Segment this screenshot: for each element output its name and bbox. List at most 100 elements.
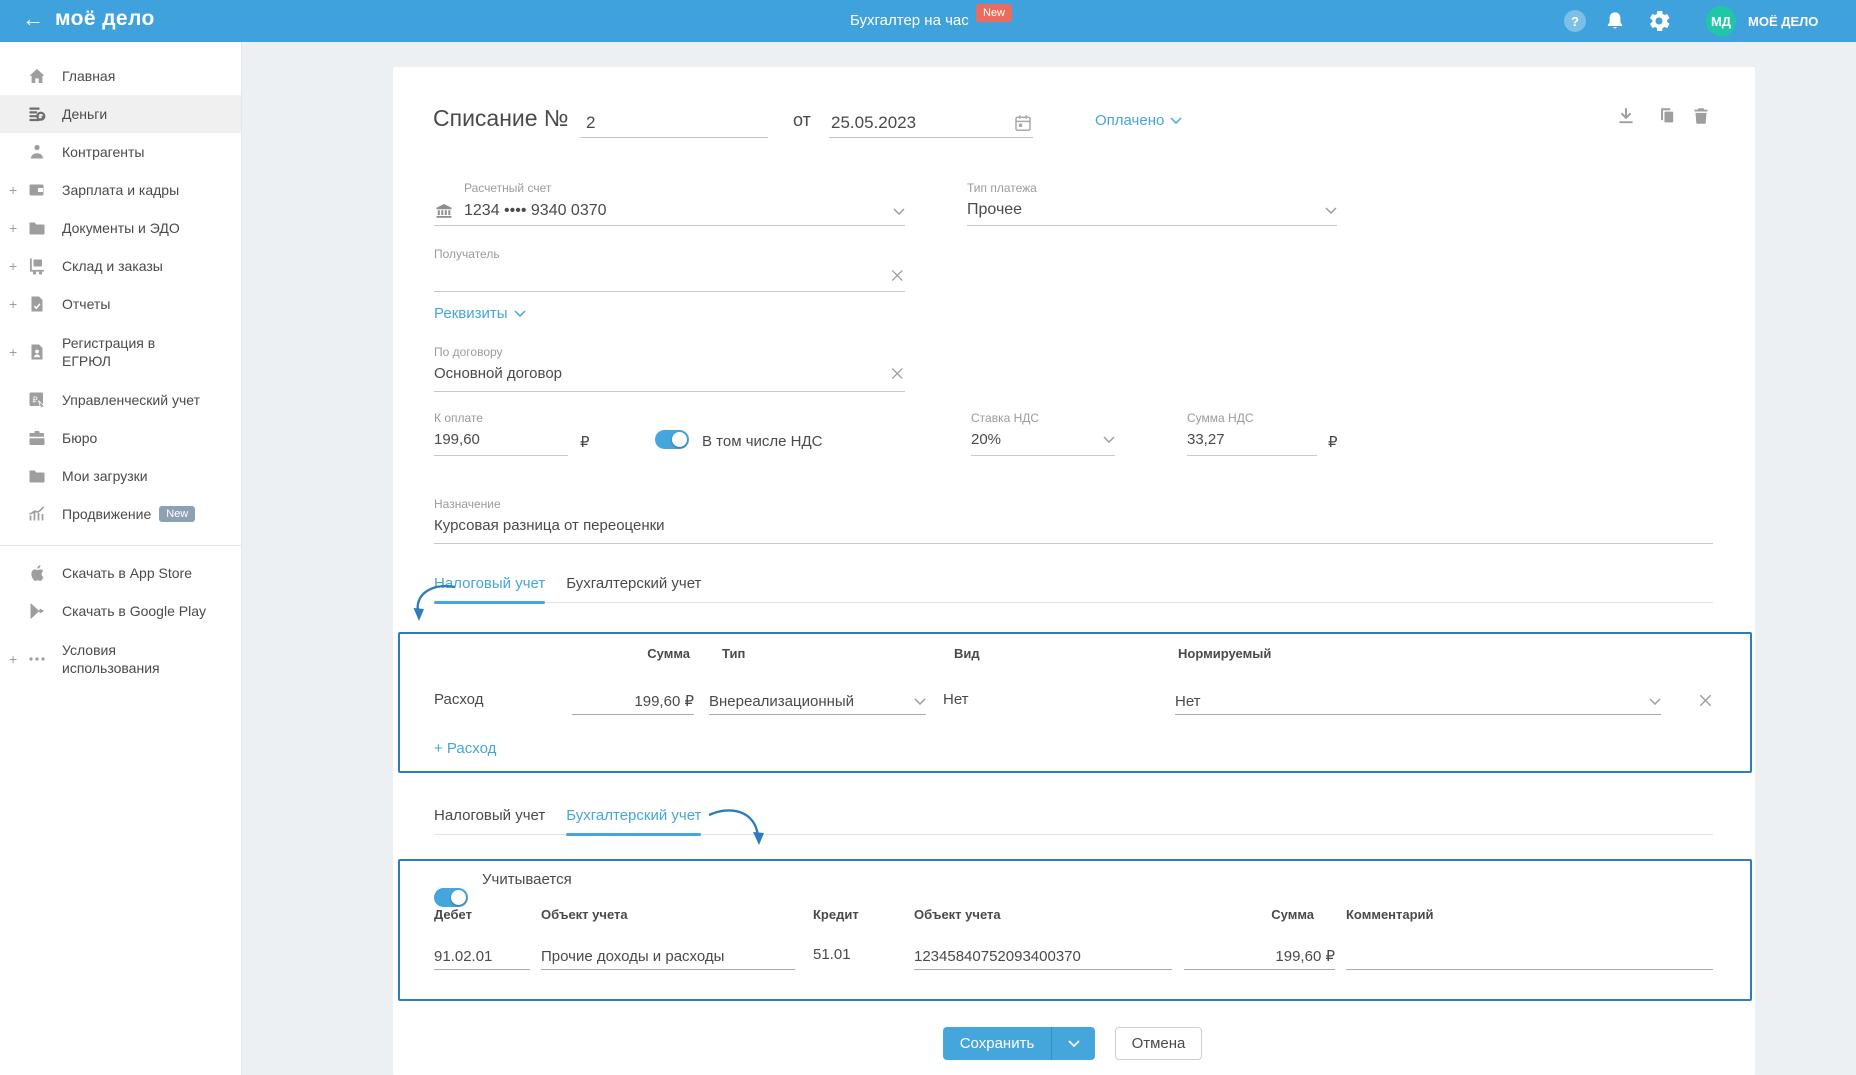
credit-object-field[interactable] xyxy=(914,943,1172,970)
avatar[interactable]: МД xyxy=(1706,6,1736,36)
expand-plus-icon[interactable]: + xyxy=(9,343,17,361)
vat-rate-value: 20% xyxy=(971,431,1002,448)
back-arrow-icon[interactable]: ← xyxy=(22,6,44,32)
date-preposition: от xyxy=(793,110,811,130)
account-name[interactable]: МОЁ ДЕЛО xyxy=(1748,14,1818,29)
comment-field[interactable] xyxy=(1346,943,1713,970)
dots-icon xyxy=(29,657,45,661)
report-icon xyxy=(31,296,43,312)
document-number-field[interactable] xyxy=(580,107,768,138)
registration-doc-icon xyxy=(31,344,43,360)
expand-plus-icon[interactable]: + xyxy=(9,220,17,236)
apple-icon xyxy=(31,565,44,581)
clear-icon[interactable] xyxy=(890,268,905,283)
chevron-down-icon xyxy=(1067,1040,1080,1047)
sidebar-item-downloads[interactable]: Мои загрузки xyxy=(0,457,241,495)
management-icon: ₽ xyxy=(29,392,46,410)
expand-plus-icon[interactable]: + xyxy=(9,182,17,198)
trash-icon[interactable] xyxy=(1690,105,1712,127)
help-icon[interactable]: ? xyxy=(1564,10,1586,32)
vat-sum-input[interactable] xyxy=(1187,431,1317,448)
tab-bookkeeping-2[interactable]: Бухгалтерский учет xyxy=(566,807,702,836)
download-icon[interactable] xyxy=(1615,105,1637,127)
save-options-button[interactable] xyxy=(1051,1027,1095,1060)
downloads-folder-icon xyxy=(29,470,45,483)
account-select[interactable]: Расчетный счет 1234 •••• 9340 0370 xyxy=(434,181,905,226)
debit-object-input[interactable] xyxy=(541,947,795,965)
col-credit: Кредит xyxy=(813,907,859,922)
sidebar-item-money[interactable]: ₽ Деньги xyxy=(0,95,241,133)
requisites-link[interactable]: Реквизиты xyxy=(434,305,526,322)
add-expense-link[interactable]: + Расход xyxy=(434,740,496,757)
sidebar: Главная ₽ Деньги Контрагенты + Зарплата … xyxy=(0,42,242,1075)
expand-plus-icon[interactable]: + xyxy=(9,650,17,668)
sidebar-item-promotion[interactable]: Продвижение New xyxy=(0,495,241,533)
sidebar-item-salary[interactable]: + Зарплата и кадры xyxy=(0,171,241,209)
chevron-down-icon xyxy=(1649,697,1661,705)
cancel-button[interactable]: Отмена xyxy=(1115,1027,1202,1060)
promo-link[interactable]: Бухгалтер на час xyxy=(850,12,969,29)
folder-icon xyxy=(29,222,45,235)
clear-icon[interactable] xyxy=(890,366,905,381)
bookkeeping-tabs: Налоговый учет Бухгалтерский учет xyxy=(434,807,1713,836)
tab-bookkeeping[interactable]: Бухгалтерский учет xyxy=(566,575,701,602)
save-button[interactable]: Сохранить xyxy=(943,1027,1051,1060)
sidebar-item-contractors[interactable]: Контрагенты xyxy=(0,133,241,171)
payment-type-select[interactable]: Тип платежа Прочее xyxy=(967,181,1337,226)
comment-input[interactable] xyxy=(1346,947,1713,965)
sidebar-item-appstore[interactable]: Скачать в App Store xyxy=(0,554,241,592)
col-debit: Дебет xyxy=(434,907,472,922)
sidebar-item-documents[interactable]: + Документы и ЭДО xyxy=(0,209,241,247)
sidebar-item-warehouse[interactable]: + Склад и заказы xyxy=(0,247,241,285)
contract-field[interactable]: По договору xyxy=(434,345,905,392)
debit-account-field[interactable] xyxy=(434,943,530,970)
sidebar-item-home[interactable]: Главная xyxy=(0,57,241,95)
currency-sign: ₽ xyxy=(580,434,590,451)
wallet-icon xyxy=(29,184,44,196)
document-card: Списание № от Оплачено Расчетный счет 12… xyxy=(393,67,1755,1075)
promotion-new-badge: New xyxy=(159,506,196,522)
expense-normalized-select[interactable]: Нет xyxy=(1175,688,1661,715)
accounted-toggle[interactable] xyxy=(434,888,468,907)
sidebar-item-googleplay[interactable]: Скачать в Google Play xyxy=(0,592,241,630)
amount-input[interactable] xyxy=(434,431,568,448)
recipient-input[interactable] xyxy=(434,267,891,284)
sidebar-item-registration[interactable]: + Регистрация в ЕГРЮЛ xyxy=(0,323,241,381)
document-number-input[interactable] xyxy=(580,107,768,133)
sidebar-item-reports[interactable]: + Отчеты xyxy=(0,285,241,323)
briefcase-icon xyxy=(29,431,45,445)
expand-plus-icon[interactable]: + xyxy=(9,258,17,274)
bell-icon[interactable] xyxy=(1604,10,1626,32)
debit-object-field[interactable] xyxy=(541,943,795,970)
vat-sum-field[interactable]: Сумма НДС xyxy=(1187,411,1317,456)
expand-plus-icon[interactable]: + xyxy=(9,296,17,312)
expense-sum-field[interactable]: 199,60 ₽ xyxy=(572,688,694,715)
gear-icon[interactable] xyxy=(1648,10,1670,32)
expense-type-select[interactable]: Внереализационный xyxy=(709,688,926,715)
col-sum: Сумма xyxy=(647,646,690,661)
purpose-field[interactable]: Назначение xyxy=(434,497,1713,544)
debit-account-input[interactable] xyxy=(434,947,530,965)
amount-field[interactable]: К оплате xyxy=(434,411,568,456)
promo-new-badge: New xyxy=(976,4,1013,22)
sidebar-item-bureau[interactable]: Бюро xyxy=(0,419,241,457)
credit-object-input[interactable] xyxy=(914,947,1172,965)
home-icon xyxy=(29,69,45,83)
entry-sum-field[interactable]: 199,60 ₽ xyxy=(1184,943,1335,970)
document-date-field[interactable] xyxy=(829,107,1033,138)
vat-included-toggle[interactable] xyxy=(655,430,689,449)
copy-icon[interactable] xyxy=(1655,105,1677,127)
chevron-down-icon xyxy=(1103,436,1115,443)
tab-tax-accounting-2[interactable]: Налоговый учет xyxy=(434,807,545,834)
sidebar-item-management[interactable]: ₽ Управленческий учет xyxy=(0,381,241,419)
calendar-icon[interactable] xyxy=(1013,113,1033,133)
contract-input[interactable] xyxy=(434,365,891,382)
purpose-input[interactable] xyxy=(434,517,1713,534)
status-dropdown[interactable]: Оплачено xyxy=(1095,112,1182,129)
vat-rate-select[interactable]: Ставка НДС 20% xyxy=(971,411,1115,456)
tax-tabs: Налоговый учет Бухгалтерский учет xyxy=(434,575,1713,604)
sidebar-item-terms[interactable]: + Условия использования xyxy=(0,630,241,688)
document-date-input[interactable] xyxy=(829,107,989,133)
remove-row-icon[interactable] xyxy=(1698,693,1713,708)
recipient-field[interactable]: Получатель xyxy=(434,247,905,292)
